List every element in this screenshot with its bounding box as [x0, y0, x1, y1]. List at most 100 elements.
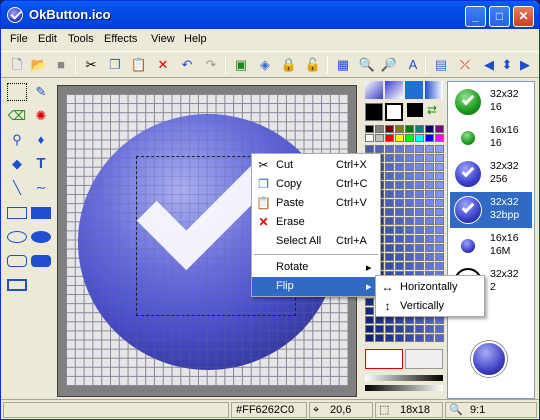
palette-swatch[interactable] [365, 316, 374, 324]
palette-swatch[interactable] [405, 334, 414, 342]
palette-swatch[interactable] [415, 125, 424, 133]
palette-swatch[interactable] [405, 154, 414, 162]
copy-icon[interactable]: ❐ [105, 56, 125, 74]
secondary-color[interactable] [385, 103, 403, 121]
palette-swatch[interactable] [405, 190, 414, 198]
minimize-button[interactable]: _ [465, 6, 486, 27]
gradient-swatch-3[interactable] [425, 81, 443, 99]
palette-swatch[interactable] [395, 134, 404, 142]
arrow-right-icon[interactable]: ▶ [515, 56, 535, 74]
palette-swatch[interactable] [395, 190, 404, 198]
palette-swatch[interactable] [385, 145, 394, 153]
palette-swatch[interactable] [375, 134, 384, 142]
palette-swatch[interactable] [425, 325, 434, 333]
ctx-flip[interactable]: Flip ▸ [252, 277, 380, 296]
palette-swatch[interactable] [405, 316, 414, 324]
line-icon[interactable]: ╲ [7, 179, 27, 197]
menu-view[interactable]: View [151, 33, 175, 45]
image-icon[interactable]: ▣ [231, 56, 251, 74]
lock-icon[interactable]: 🔒 [279, 56, 299, 74]
palette-swatch[interactable] [405, 163, 414, 171]
frame-icon[interactable] [7, 279, 27, 291]
palette-swatch[interactable] [385, 181, 394, 189]
open-folder-icon[interactable]: 📂 [29, 56, 49, 74]
fill-icon[interactable]: ◆ [7, 155, 27, 173]
eraser-icon[interactable]: ⌫ [7, 107, 27, 125]
palette-swatch[interactable] [415, 226, 424, 234]
palette-swatch[interactable] [375, 334, 384, 342]
palette-swatch[interactable] [395, 235, 404, 243]
palette-swatch[interactable] [385, 226, 394, 234]
palette-swatch[interactable] [385, 244, 394, 252]
rectangle-icon[interactable] [7, 207, 27, 219]
palette-swatch[interactable] [415, 134, 424, 142]
palette-swatch[interactable] [435, 208, 444, 216]
palette-swatch[interactable] [415, 145, 424, 153]
brush-icon[interactable]: ♦ [31, 131, 51, 149]
palette-swatch[interactable] [415, 325, 424, 333]
palette-swatch[interactable] [425, 235, 434, 243]
palette-swatch[interactable] [395, 145, 404, 153]
flip-vertically[interactable]: ↕ Vertically [376, 297, 484, 316]
filled-rectangle-icon[interactable] [31, 207, 51, 219]
palette-swatch[interactable] [415, 217, 424, 225]
palette-swatch[interactable] [395, 334, 404, 342]
swap-color-icon[interactable] [407, 103, 423, 117]
palette-swatch[interactable] [425, 262, 434, 270]
curve-icon[interactable]: ∼ [31, 179, 51, 197]
palette-swatch[interactable] [385, 316, 394, 324]
palette-swatch[interactable] [405, 262, 414, 270]
icon-format-entry[interactable]: 16x16 16M [450, 228, 532, 264]
filled-rounded-rect-icon[interactable] [31, 255, 51, 267]
palette-swatch[interactable] [415, 262, 424, 270]
delete-icon[interactable]: ✕ [153, 56, 173, 74]
icon-format-entry[interactable]: 32x32 256 [450, 156, 532, 192]
palette-swatch[interactable] [405, 244, 414, 252]
palette-swatch[interactable] [365, 145, 374, 153]
palette-swatch[interactable] [425, 172, 434, 180]
palette-swatch[interactable] [375, 145, 384, 153]
palette-swatch[interactable] [435, 190, 444, 198]
palette-swatch[interactable] [395, 325, 404, 333]
palette-swatch[interactable] [425, 244, 434, 252]
palette-swatch[interactable] [395, 163, 404, 171]
palette-swatch[interactable] [395, 208, 404, 216]
palette-swatch[interactable] [425, 334, 434, 342]
gradient-swatch[interactable] [365, 81, 383, 99]
ctx-cut[interactable]: ✂ Cut Ctrl+X [252, 156, 380, 175]
palette-swatch[interactable] [435, 199, 444, 207]
gradient-swatch-2[interactable] [385, 81, 403, 99]
palette-swatch[interactable] [435, 235, 444, 243]
palette-swatch[interactable] [385, 134, 394, 142]
palette-swatch[interactable] [425, 125, 434, 133]
palette-swatch[interactable] [385, 262, 394, 270]
icon-format-entry[interactable]: 16x16 16 [450, 120, 532, 156]
palette-swatch[interactable] [425, 208, 434, 216]
ellipse-icon[interactable] [7, 231, 27, 243]
palette-swatch[interactable] [425, 253, 434, 261]
palette-swatch[interactable] [435, 217, 444, 225]
palette-swatch[interactable] [395, 181, 404, 189]
palette-swatch[interactable] [425, 316, 434, 324]
opacity-slider[interactable] [365, 375, 443, 381]
palette-swatch[interactable] [405, 226, 414, 234]
palette-swatch[interactable] [375, 325, 384, 333]
flip-horizontally[interactable]: ↔ Horizontally [376, 278, 484, 297]
palette-swatch[interactable] [405, 145, 414, 153]
palette-swatch[interactable] [405, 253, 414, 261]
palette-swatch[interactable] [395, 244, 404, 252]
ctx-rotate[interactable]: Rotate ▸ [252, 258, 380, 277]
palette-swatch[interactable] [435, 226, 444, 234]
icon-format-entry[interactable]: 32x32 16 [450, 84, 532, 120]
palette-swatch[interactable] [405, 208, 414, 216]
arrow-left-icon[interactable]: ◀ [479, 56, 499, 74]
ctx-paste[interactable]: 📋 Paste Ctrl+V [252, 194, 380, 213]
palette-swatch[interactable] [395, 316, 404, 324]
palette-swatch[interactable] [435, 316, 444, 324]
palette-swatch[interactable] [415, 208, 424, 216]
paste-icon[interactable]: 📋 [129, 56, 149, 74]
mode-button-1[interactable] [365, 349, 403, 369]
palette-swatch[interactable] [425, 217, 434, 225]
palette-swatch[interactable] [385, 172, 394, 180]
palette-swatch[interactable] [365, 334, 374, 342]
